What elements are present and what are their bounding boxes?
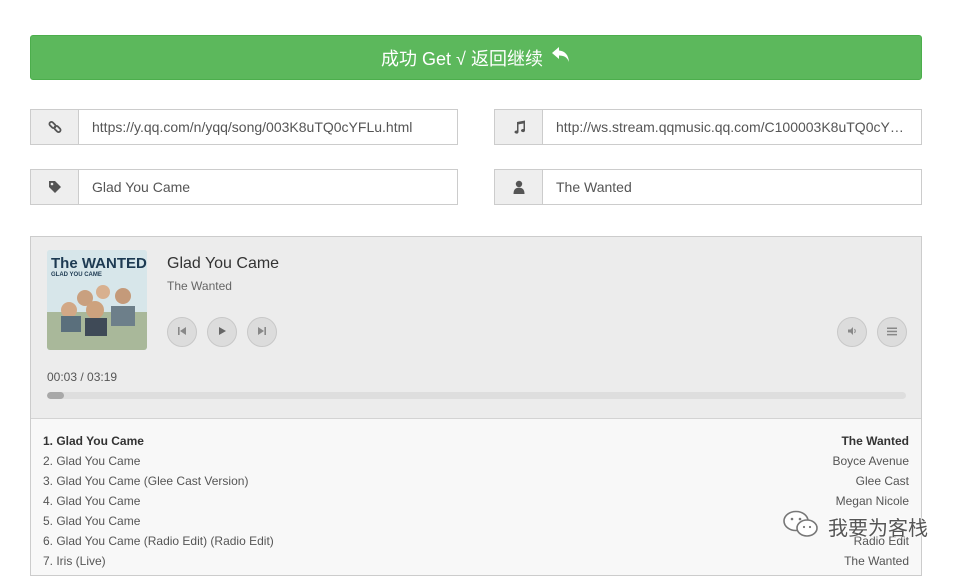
player-song-title: Glad You Came: [167, 255, 280, 272]
playlist-item-artist: The Wanted: [844, 554, 909, 568]
next-button[interactable]: [247, 317, 277, 347]
playlist-item-label: 5. Glad You Came: [43, 514, 141, 528]
success-return-button[interactable]: 成功 Get √ 返回继续: [30, 35, 922, 80]
user-icon: [495, 170, 543, 204]
playlist-item[interactable]: 3. Glad You Came (Glee Cast Version) Gle…: [43, 474, 909, 494]
volume-button[interactable]: [837, 317, 867, 347]
playlist-item[interactable]: 2. Glad You Came Boyce Avenue: [43, 454, 909, 474]
link-icon: [31, 110, 79, 144]
playlist-item-label: 4. Glad You Came: [43, 494, 141, 508]
playlist-item[interactable]: 1. Glad You Came The Wanted: [43, 434, 909, 454]
playlist-item[interactable]: 6. Glad You Came (Radio Edit) (Radio Edi…: [43, 534, 909, 554]
menu-icon: [887, 323, 897, 341]
watermark-text: 我要为客栈: [828, 517, 928, 540]
success-label: 成功 Get √ 返回继续: [381, 48, 543, 69]
song-title-value: Glad You Came: [92, 179, 191, 195]
player-song-artist: The Wanted: [167, 279, 232, 293]
play-icon: [217, 323, 227, 341]
skip-forward-icon: [257, 323, 267, 341]
playlist-toggle-button[interactable]: [877, 317, 907, 347]
playlist-item-artist: Boyce Avenue: [832, 454, 909, 468]
album-cover: The WANTED GLAD YOU CAME: [47, 250, 147, 350]
tag-icon: [31, 170, 79, 204]
playlist-item-label: 7. Iris (Live): [43, 554, 106, 568]
wechat-icon: [782, 509, 820, 544]
cover-band-text: The WANTED: [51, 255, 147, 272]
playlist-item-artist: Glee Cast: [855, 474, 909, 488]
music-note-icon: [495, 110, 543, 144]
progress-fill: [47, 392, 65, 399]
song-title-field[interactable]: Glad You Came: [30, 169, 458, 205]
song-url-value: https://y.qq.com/n/yqq/song/003K8uTQ0cYF…: [92, 119, 413, 135]
playlist-item-label: 6. Glad You Came (Radio Edit) (Radio Edi…: [43, 534, 274, 548]
playlist: 1. Glad You Came The Wanted 2. Glad You …: [31, 418, 921, 575]
song-url-field[interactable]: https://y.qq.com/n/yqq/song/003K8uTQ0cYF…: [30, 109, 458, 145]
playlist-item-label: 2. Glad You Came: [43, 454, 141, 468]
playlist-item[interactable]: 5. Glad You Came: [43, 514, 909, 534]
artist-value: The Wanted: [556, 179, 632, 195]
progress-bar[interactable]: [47, 392, 906, 399]
artist-field[interactable]: The Wanted: [494, 169, 922, 205]
reply-arrow-icon: [551, 46, 571, 70]
previous-button[interactable]: [167, 317, 197, 347]
volume-icon: [847, 323, 858, 341]
skip-back-icon: [177, 323, 187, 341]
playlist-item-label: 1. Glad You Came: [43, 434, 144, 448]
play-button[interactable]: [207, 317, 237, 347]
playback-time: 00:03 / 03:19: [47, 370, 118, 384]
playlist-item-label: 3. Glad You Came (Glee Cast Version): [43, 474, 249, 488]
cover-song-text: GLAD YOU CAME: [51, 272, 102, 278]
playlist-item-artist: The Wanted: [841, 434, 909, 448]
stream-url-field[interactable]: http://ws.stream.qqmusic.qq.com/C100003K…: [494, 109, 922, 145]
stream-url-value: http://ws.stream.qqmusic.qq.com/C100003K…: [556, 119, 908, 135]
watermark: 我要为客栈: [782, 508, 962, 544]
playlist-item[interactable]: 4. Glad You Came Megan Nicole: [43, 494, 909, 514]
playlist-item[interactable]: 7. Iris (Live) The Wanted: [43, 554, 909, 574]
